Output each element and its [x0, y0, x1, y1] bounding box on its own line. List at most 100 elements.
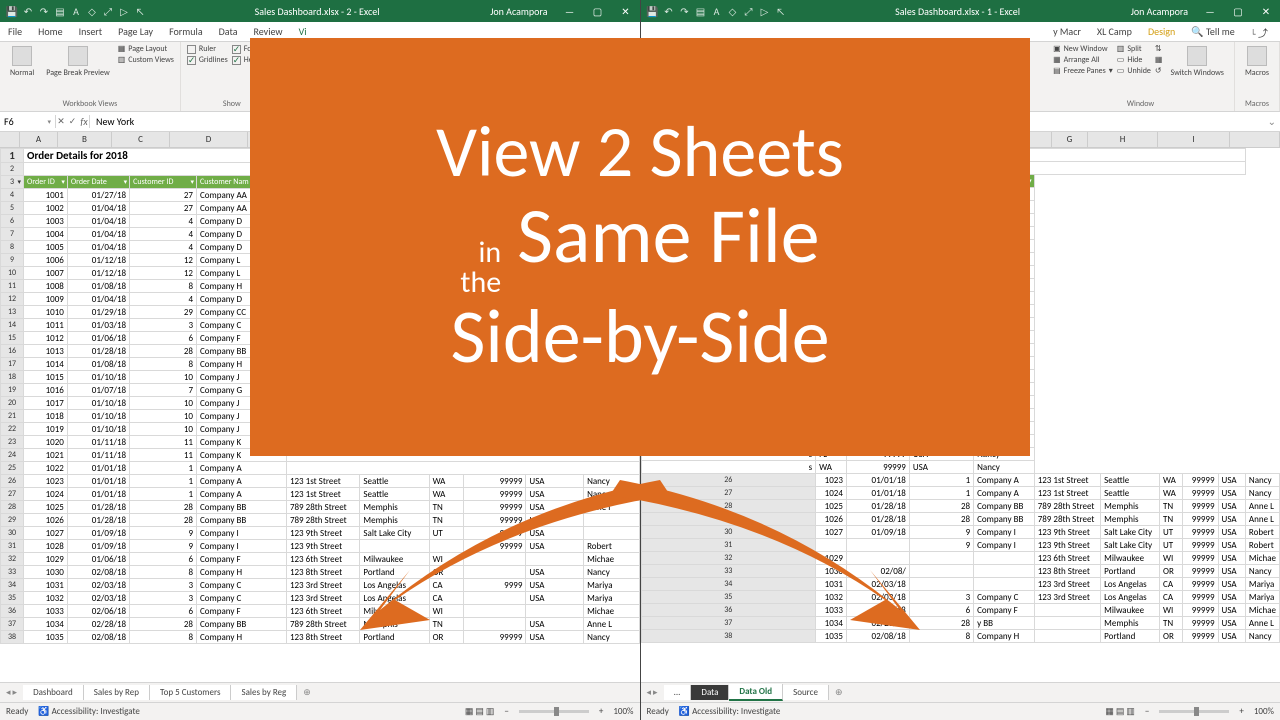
status-bar-right: Ready♿ Accessibility: Investigate ▦ ▤ ▥−… — [641, 702, 1280, 720]
user-name[interactable]: Jon Acampora — [482, 5, 555, 18]
status-bar-left: Ready♿ Accessibility: Investigate ▦ ▤ ▥−… — [0, 702, 640, 720]
reset-pos-icon[interactable]: ↺ — [1155, 66, 1163, 76]
col-header[interactable]: A — [20, 132, 58, 147]
sheet-nav-prev-icon[interactable]: ◂ ▸ — [0, 687, 23, 698]
ribbon-tab[interactable]: XL Camp — [1089, 22, 1140, 41]
sheet-nav-icon[interactable]: ◂ ▸ — [641, 687, 664, 698]
ribbon-tab[interactable]: Home — [30, 22, 70, 41]
ribbon-tab[interactable]: File — [0, 22, 30, 41]
sheet-tab[interactable]: Sales by Reg — [231, 685, 297, 700]
zoom-in-icon[interactable]: + — [1239, 706, 1243, 717]
hide-button[interactable]: ▭ Hide — [1117, 55, 1151, 65]
redo-icon[interactable]: ↷ — [679, 5, 691, 17]
cursor-icon[interactable]: ↖ — [134, 5, 146, 17]
col-header[interactable]: C — [112, 132, 170, 147]
overlay-banner: View 2 Sheets inthe Same File Side-by-Si… — [250, 38, 1030, 456]
macros-button[interactable]: Macros — [1241, 44, 1273, 80]
unhide-button[interactable]: ▭ Unhide — [1117, 66, 1151, 76]
ribbon-tab[interactable]: Page Lay — [110, 22, 161, 41]
gridlines-checkbox[interactable]: Gridlines — [187, 55, 228, 65]
accessibility-status[interactable]: ♿ Accessibility: Investigate — [679, 706, 781, 717]
sheet-tab-data[interactable]: Data — [691, 685, 729, 700]
col-header[interactable]: H — [1088, 132, 1158, 147]
accessibility-status[interactable]: ♿ Accessibility: Investigate — [38, 706, 140, 717]
custom-views-button[interactable]: ▥ Custom Views — [118, 55, 174, 65]
titlebar-left: 💾 ↶ ↷ ▤ A ◇ ⤢ ▷ ↖ Sales Dashboard.xlsx -… — [0, 0, 640, 22]
col-header[interactable]: B — [58, 132, 112, 147]
maximize-icon[interactable]: ▢ — [584, 0, 612, 22]
maximize-icon[interactable]: ▢ — [1224, 0, 1252, 22]
qat-icon[interactable]: ▷ — [759, 5, 771, 17]
fx-icon[interactable]: ✕✓fx — [56, 115, 90, 128]
sheet-tab-more[interactable]: ... — [664, 685, 692, 700]
undo-icon[interactable]: ↶ — [663, 5, 675, 17]
zoom-slider[interactable] — [519, 710, 589, 713]
sheet-tab[interactable]: Top 5 Customers — [150, 685, 231, 700]
group-window: ▣ New Window ▦ Arrange All ▤ Freeze Pane… — [1047, 42, 1235, 111]
qat-icon[interactable]: ▷ — [118, 5, 130, 17]
view-sbs-icon[interactable]: ▦ — [1155, 55, 1163, 65]
zoom-out-icon[interactable]: − — [504, 706, 508, 717]
qat-icon[interactable]: ◇ — [727, 5, 739, 17]
qat-icon[interactable]: A — [70, 5, 82, 17]
zoom-slider[interactable] — [1159, 710, 1229, 713]
ribbon-tab[interactable]: Data — [211, 22, 246, 41]
page-layout-button[interactable]: ▦ Page Layout — [118, 44, 174, 54]
qat-icon[interactable]: ▤ — [695, 5, 707, 17]
zoom-out-icon[interactable]: − — [1145, 706, 1149, 717]
qat-right[interactable]: 💾 ↶ ↷ ▤ A ◇ ⤢ ▷ ↖ — [641, 5, 793, 17]
view-buttons[interactable]: ▦ ▤ ▥ — [465, 706, 495, 717]
undo-icon[interactable]: ↶ — [22, 5, 34, 17]
col-header[interactable]: I — [1158, 132, 1230, 147]
close-icon[interactable]: ✕ — [612, 0, 640, 22]
qat-icon[interactable]: ⤢ — [743, 5, 755, 17]
minimize-icon[interactable]: — — [556, 0, 584, 22]
new-window-button[interactable]: ▣ New Window — [1053, 44, 1113, 54]
ribbon-tab[interactable]: y Macr — [1045, 22, 1089, 41]
arrow-right-icon — [600, 470, 980, 670]
save-icon[interactable]: 💾 — [6, 5, 18, 17]
qat-icon[interactable]: ◇ — [86, 5, 98, 17]
cursor-icon[interactable]: ↖ — [775, 5, 787, 17]
minimize-icon[interactable]: — — [1196, 0, 1224, 22]
ribbon-tab[interactable]: Formula — [161, 22, 211, 41]
sheet-tab[interactable]: Dashboard — [23, 685, 84, 700]
sheet-tab-source[interactable]: Source — [783, 685, 829, 700]
save-icon[interactable]: 💾 — [647, 5, 659, 17]
redo-icon[interactable]: ↷ — [38, 5, 50, 17]
sheet-tabs-right[interactable]: ◂ ▸ ... Data Data Old Source ⊕ — [641, 682, 1280, 702]
window-title: Sales Dashboard.xlsx - 1 - Excel — [793, 5, 1123, 18]
switch-windows-button[interactable]: Switch Windows — [1166, 44, 1227, 80]
freeze-panes-button[interactable]: ▤ Freeze Panes ▾ — [1053, 66, 1113, 76]
sync-scroll-icon[interactable]: ⇅ — [1155, 44, 1163, 54]
group-workbook-views: Normal Page Break Preview ▦ Page Layout … — [0, 42, 181, 111]
ribbon-tab[interactable]: 🔍 Tell me — [1183, 22, 1243, 41]
ruler-checkbox[interactable]: Ruler — [187, 44, 228, 54]
sheet-tabs-left[interactable]: ◂ ▸ DashboardSales by RepTop 5 Customers… — [0, 682, 640, 702]
qat-icon[interactable]: ⤢ — [102, 5, 114, 17]
split-button[interactable]: ▥ Split — [1117, 44, 1151, 54]
share-icon[interactable]: └ ⤴ — [1243, 22, 1276, 41]
normal-view-button[interactable]: Normal — [6, 44, 38, 80]
add-sheet-icon[interactable]: ⊕ — [829, 687, 849, 698]
user-name[interactable]: Jon Acampora — [1123, 5, 1196, 18]
group-macros: Macros Macros — [1235, 42, 1280, 111]
sheet-tab-data-old[interactable]: Data Old — [729, 684, 783, 701]
qat-icon[interactable]: ▤ — [54, 5, 66, 17]
col-header[interactable]: D — [170, 132, 248, 147]
ribbon-tab[interactable]: Design — [1140, 22, 1183, 41]
window-title: Sales Dashboard.xlsx - 2 - Excel — [152, 5, 482, 18]
qat-left[interactable]: 💾 ↶ ↷ ▤ A ◇ ⤢ ▷ ↖ — [0, 5, 152, 17]
ribbon-tab[interactable]: Insert — [71, 22, 111, 41]
close-icon[interactable]: ✕ — [1252, 0, 1280, 22]
col-header[interactable]: G — [1052, 132, 1088, 147]
name-box[interactable]: F6 — [0, 115, 56, 128]
view-buttons[interactable]: ▦ ▤ ▥ — [1105, 706, 1135, 717]
add-sheet-icon[interactable]: ⊕ — [297, 687, 317, 698]
qat-icon[interactable]: A — [711, 5, 723, 17]
sheet-tab[interactable]: Sales by Rep — [84, 685, 150, 700]
arrange-all-button[interactable]: ▦ Arrange All — [1053, 55, 1113, 65]
zoom-in-icon[interactable]: + — [599, 706, 603, 717]
expand-formula-icon[interactable]: ⌄ — [1268, 115, 1280, 128]
page-break-button[interactable]: Page Break Preview — [42, 44, 113, 80]
